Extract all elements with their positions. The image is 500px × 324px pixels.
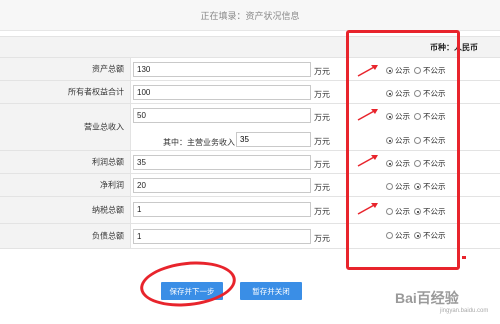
watermark-url: jingyan.baidu.com — [440, 308, 489, 314]
unit-label: 万元 — [314, 160, 330, 169]
page-title: 正在填录：资产状况信息 — [200, 11, 300, 21]
owners-equity-input[interactable] — [133, 85, 311, 100]
field-label: 负债总额 — [92, 231, 124, 241]
unit-label: 万元 — [314, 113, 330, 122]
field-label: 利润总额 — [92, 157, 124, 167]
annotation-mark — [462, 256, 466, 259]
unit-label: 万元 — [314, 183, 330, 192]
unit-label: 万元 — [314, 234, 330, 243]
annotation-arrow-icon — [357, 109, 378, 121]
unit-label: 万元 — [314, 207, 330, 216]
annotation-arrow-icon — [357, 65, 378, 77]
field-label: 营业总收入 — [84, 122, 124, 132]
total-revenue-input[interactable] — [133, 108, 311, 123]
field-label: 所有者权益合计 — [68, 87, 124, 97]
total-liabilities-input[interactable] — [133, 229, 311, 244]
watermark-logo: Bai百经验 — [395, 290, 459, 306]
total-profit-input[interactable] — [133, 155, 311, 170]
save-and-close-button[interactable]: 暂存并关闭 — [240, 282, 302, 300]
total-tax-input[interactable] — [133, 202, 311, 217]
net-profit-input[interactable] — [133, 178, 311, 193]
unit-label: 万元 — [314, 67, 330, 76]
field-label: 纳税总额 — [92, 205, 124, 215]
field-label: 资产总额 — [92, 64, 124, 74]
annotation-arrow-icon — [357, 203, 378, 215]
page-header: 正在填录：资产状况信息 — [0, 0, 500, 31]
main-business-revenue-input[interactable] — [236, 132, 311, 147]
sub-field-label: 其中：主营业务收入 — [163, 138, 235, 147]
total-assets-input[interactable] — [133, 62, 311, 77]
annotation-circle — [137, 257, 239, 311]
field-label: 净利润 — [100, 180, 124, 190]
unit-label: 万元 — [314, 90, 330, 99]
unit-label: 万元 — [314, 137, 330, 146]
annotation-arrow-icon — [357, 155, 378, 167]
